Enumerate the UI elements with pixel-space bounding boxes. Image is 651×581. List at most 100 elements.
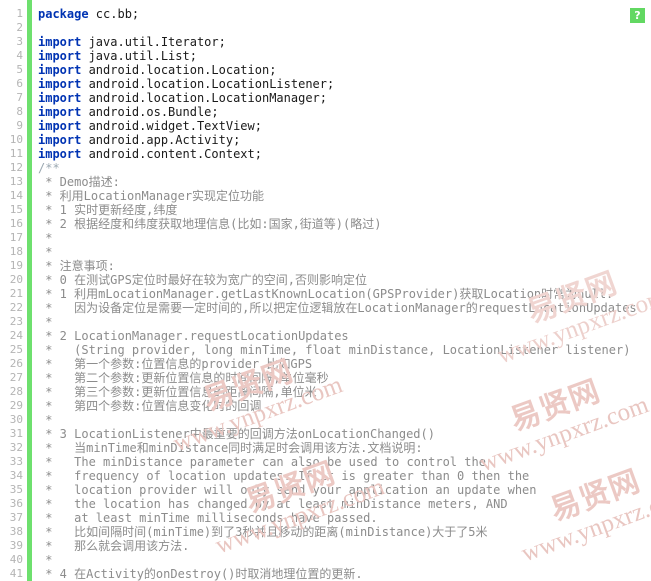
code-token: * 当minTime和minDistance同时满足时会调用该方法.文档说明: (38, 441, 423, 455)
code-token: import (38, 119, 82, 133)
code-line[interactable]: * frequency of location updates. If it i… (38, 469, 529, 483)
code-token: * frequency of location updates. If it i… (38, 469, 530, 483)
line-number: 17 (9, 231, 23, 244)
line-number: 18 (9, 245, 23, 258)
code-line[interactable]: * 那么就会调用该方法. (38, 539, 189, 553)
code-line[interactable]: * 4 在Activity的onDestroy()时取消地理位置的更新. (38, 567, 363, 581)
code-token: android.location.LocationManager; (81, 91, 327, 105)
code-line[interactable]: * 第一个参数:位置信息的provider,比如GPS (38, 357, 312, 371)
code-token: * 4 在Activity的onDestroy()时取消地理位置的更新. (38, 567, 363, 581)
code-line[interactable]: * (String provider, long minTime, float … (38, 343, 630, 357)
code-line[interactable]: * (38, 231, 52, 245)
code-token: * the location has changed by at least m… (38, 497, 508, 511)
code-token: * 第四个参数:位置信息变化时的回调 (38, 399, 262, 413)
code-token: java.util.List; (81, 49, 197, 63)
line-number: 16 (9, 217, 23, 230)
code-token: * 2 LocationManager.requestLocationUpdat… (38, 329, 349, 343)
code-content[interactable]: package cc.bb; import java.util.Iterator;… (38, 0, 651, 581)
code-line[interactable]: * (38, 553, 52, 567)
code-line[interactable]: import android.os.Bundle; (38, 105, 219, 119)
line-number: 37 (9, 511, 23, 524)
line-number: 1 (16, 7, 23, 20)
code-token: android.location.LocationListener; (81, 77, 335, 91)
code-token: import (38, 133, 82, 147)
line-number: 22 (9, 301, 23, 314)
code-line[interactable]: import java.util.Iterator; (38, 35, 226, 49)
line-number: 33 (9, 455, 23, 468)
code-line[interactable]: * 2 LocationManager.requestLocationUpdat… (38, 329, 349, 343)
code-line[interactable]: import android.location.LocationListener… (38, 77, 334, 91)
code-token: * (String provider, long minTime, float … (38, 343, 631, 357)
line-number-gutter[interactable]: 1 2 3 4 5 6 7 8 9 10 11 12 13 14 15 16 17 18 19 20 21 22 23 24 2… (0, 0, 27, 581)
code-line[interactable]: * 比如间隔时间(minTime)到了3秒并且移动的距离(minDistance… (38, 525, 487, 539)
code-line[interactable]: * The minDistance parameter can also be … (38, 455, 486, 469)
code-line[interactable]: * (38, 315, 52, 329)
vcs-change-marker-stripe[interactable] (27, 0, 32, 581)
code-token: package (38, 7, 89, 21)
code-line[interactable]: * (38, 245, 52, 259)
code-token: * (38, 315, 53, 329)
code-line[interactable]: import android.widget.TextView; (38, 119, 262, 133)
line-number: 14 (9, 189, 23, 202)
code-line[interactable]: * 1 实时更新经度,纬度 (38, 203, 177, 217)
code-line[interactable]: * at least minTime milliseconds have pas… (38, 511, 378, 525)
code-token: android.app.Activity; (81, 133, 241, 147)
code-line[interactable]: * 第四个参数:位置信息变化时的回调 (38, 399, 261, 413)
line-number: 13 (9, 175, 23, 188)
code-line[interactable]: * 利用LocationManager实现定位功能 (38, 189, 264, 203)
code-line[interactable]: * the location has changed by at least m… (38, 497, 508, 511)
line-number: 11 (9, 147, 23, 160)
line-number: 7 (16, 91, 23, 104)
code-token: * at least minTime milliseconds have pas… (38, 511, 378, 525)
line-number: 19 (9, 259, 23, 272)
code-line[interactable]: * 3 LocationListener中最重要的回调方法onLocationC… (38, 427, 435, 441)
code-token: * 0 在测试GPS定位时最好在较为宽广的空间,否则影响定位 (38, 273, 368, 287)
code-line[interactable]: * 因为设备定位是需要一定时间的,所以把定位逻辑放在LocationManage… (38, 301, 637, 315)
code-line[interactable]: import java.util.List; (38, 49, 197, 63)
code-line[interactable]: * 当minTime和minDistance同时满足时会调用该方法.文档说明: (38, 441, 423, 455)
line-number: 32 (9, 441, 23, 454)
code-token: import (38, 49, 82, 63)
line-number: 4 (16, 49, 23, 62)
code-token: import (38, 35, 82, 49)
code-token: * The minDistance parameter can also be … (38, 455, 486, 469)
code-token: * 注意事项: (38, 259, 115, 273)
line-number: 35 (9, 483, 23, 496)
line-number: 38 (9, 525, 23, 538)
line-number: 10 (9, 133, 23, 146)
code-line[interactable]: /** (38, 161, 60, 175)
line-number: 26 (9, 357, 23, 370)
line-number: 41 (9, 567, 23, 580)
code-editor[interactable]: 易贤网 www.ynpxrz.com 易贤网 www.ynpxrz.com 易贤网 www… (0, 0, 651, 581)
line-number: 27 (9, 371, 23, 384)
code-line[interactable]: import android.content.Context; (38, 147, 262, 161)
code-line[interactable]: * 第二个参数:更新位置信息的时间间隔,单位毫秒 (38, 371, 328, 385)
line-number: 23 (9, 315, 23, 328)
inspection-badge-glyph: ? (634, 9, 641, 22)
code-token: * 第一个参数:位置信息的provider,比如GPS (38, 357, 313, 371)
code-token: import (38, 147, 82, 161)
line-number: 29 (9, 399, 23, 412)
code-line[interactable]: * 第三个参数:更新位置信息的距离间隔,单位米 (38, 385, 316, 399)
code-token: * 利用LocationManager实现定位功能 (38, 189, 265, 203)
line-number: 8 (16, 105, 23, 118)
code-line[interactable]: import android.location.LocationManager; (38, 91, 327, 105)
code-line[interactable]: package cc.bb; (38, 7, 139, 21)
code-line[interactable]: * 1 利用mLocationManager.getLastKnownLocat… (38, 287, 613, 301)
code-line[interactable]: * 2 根据经度和纬度获取地理信息(比如:国家,街道等)(略过) (38, 217, 381, 231)
code-line[interactable]: * 0 在测试GPS定位时最好在较为宽广的空间,否则影响定位 (38, 273, 367, 287)
code-line[interactable]: * Demo描述: (38, 175, 120, 189)
code-token: import (38, 77, 82, 91)
code-line[interactable]: import android.location.Location; (38, 63, 276, 77)
inspection-status-badge[interactable]: ? (630, 8, 645, 23)
code-token: * 因为设备定位是需要一定时间的,所以把定位逻辑放在LocationManage… (38, 301, 637, 315)
code-token: * 那么就会调用该方法. (38, 539, 190, 553)
code-token: * 2 根据经度和纬度获取地理信息(比如:国家,街道等)(略过) (38, 217, 382, 231)
code-line[interactable]: import android.app.Activity; (38, 133, 240, 147)
line-number: 24 (9, 329, 23, 342)
code-line[interactable]: * location provider will only send your … (38, 483, 536, 497)
code-line[interactable]: * 注意事项: (38, 259, 115, 273)
line-number: 34 (9, 469, 23, 482)
line-number: 39 (9, 539, 23, 552)
code-line[interactable]: * (38, 413, 52, 427)
